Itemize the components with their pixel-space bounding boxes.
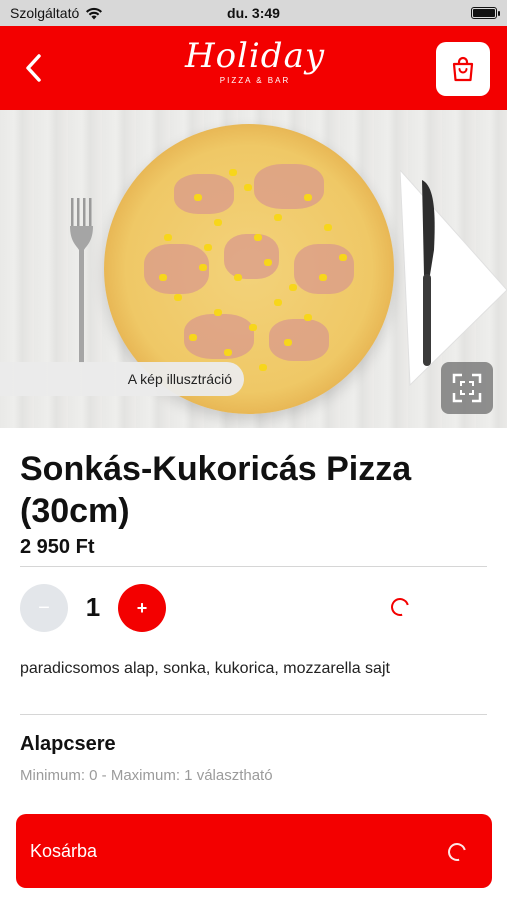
- status-bar: Szolgáltató du. 3:49: [0, 0, 507, 26]
- brand-name: Holiday: [184, 36, 326, 76]
- app-header: Holiday PIZZA & BAR: [0, 26, 507, 110]
- quantity-decrease-button[interactable]: −: [20, 584, 68, 632]
- back-button[interactable]: [12, 46, 56, 90]
- scroll-fade: [0, 780, 507, 810]
- quantity-increase-button[interactable]: +: [118, 584, 166, 632]
- fork-image: [70, 198, 93, 363]
- product-image: A kép illusztráció: [0, 110, 507, 428]
- product-price: 2 950 Ft: [20, 536, 95, 558]
- loading-spinner-icon: [387, 594, 413, 620]
- brand-logo: Holiday PIZZA & BAR: [180, 34, 330, 104]
- status-left: Szolgáltató: [10, 5, 103, 21]
- illustration-note: A kép illusztráció: [0, 362, 244, 396]
- divider: [20, 714, 487, 715]
- product-description: paradicsomos alap, sonka, kukorica, mozz…: [20, 660, 390, 677]
- add-to-cart-label: Kosárba: [30, 840, 98, 861]
- shopping-bag-icon: [452, 56, 474, 82]
- divider: [20, 566, 487, 567]
- product-title: Sonkás-Kukoricás Pizza (30cm): [20, 450, 412, 530]
- wifi-icon: [86, 7, 103, 19]
- loading-spinner-icon: [444, 839, 470, 865]
- knife-image: [422, 180, 435, 366]
- quantity-value: 1: [85, 592, 101, 622]
- expand-icon: [452, 373, 482, 403]
- carrier-label: Szolgáltató: [10, 5, 80, 21]
- chevron-left-icon: [26, 54, 41, 82]
- add-to-cart-button[interactable]: Kosárba: [16, 814, 492, 888]
- expand-image-button[interactable]: [441, 362, 493, 414]
- cart-button[interactable]: [436, 42, 490, 96]
- option-group-title: Alapcsere: [20, 733, 116, 755]
- battery-icon: [471, 7, 500, 19]
